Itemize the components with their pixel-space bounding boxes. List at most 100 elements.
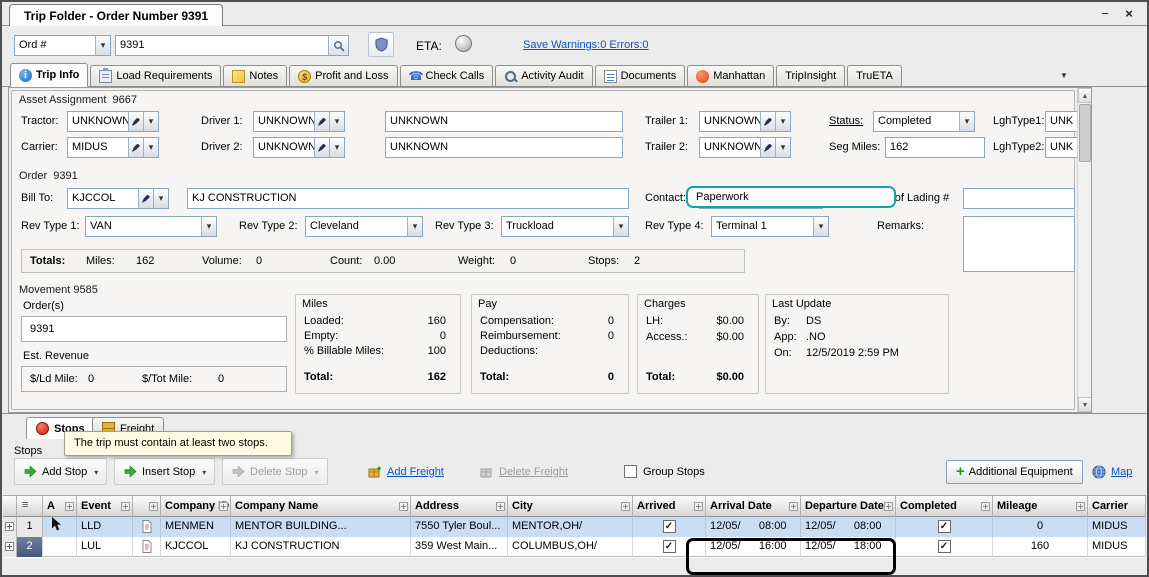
- status-label[interactable]: Status:: [829, 115, 863, 127]
- pin-icon[interactable]: [219, 502, 228, 511]
- chevron-down-icon[interactable]: [775, 138, 790, 157]
- company-id-cell[interactable]: KJCCOL: [161, 537, 231, 557]
- chevron-down-icon[interactable]: [201, 217, 216, 236]
- completed-cell[interactable]: ✓: [896, 537, 993, 557]
- lookup-icon[interactable]: [760, 112, 775, 131]
- lookup-icon[interactable]: [128, 112, 143, 131]
- vertical-scrollbar[interactable]: ▲ ▼: [1077, 88, 1092, 412]
- trailer1-combo[interactable]: UNKNOWN: [699, 111, 791, 132]
- pin-icon[interactable]: [884, 502, 893, 511]
- pin-icon[interactable]: [981, 502, 990, 511]
- company-name-cell[interactable]: KJ CONSTRUCTION: [231, 537, 411, 557]
- active-row-cell[interactable]: [43, 537, 77, 557]
- group-stops-checkbox[interactable]: [624, 465, 637, 478]
- lookup-icon[interactable]: [138, 189, 153, 208]
- row-number-cell[interactable]: 1: [17, 517, 43, 537]
- status-combo[interactable]: Completed: [873, 111, 975, 132]
- tractor-combo[interactable]: UNKNOWN: [67, 111, 159, 132]
- driver2-name-field[interactable]: UNKNOWN: [385, 137, 623, 158]
- completed-checkbox[interactable]: ✓: [938, 540, 951, 553]
- pin-icon[interactable]: [121, 502, 130, 511]
- header-row-indicator[interactable]: ≡: [17, 496, 43, 517]
- scroll-down-icon[interactable]: ▼: [1078, 397, 1092, 412]
- order-type-dropdown[interactable]: Ord #: [14, 35, 111, 56]
- chevron-down-icon[interactable]: [959, 112, 974, 131]
- expand-icon[interactable]: [5, 542, 14, 551]
- chevron-down-icon[interactable]: [143, 112, 158, 131]
- header-completed[interactable]: Completed: [896, 496, 993, 517]
- remarks-textarea[interactable]: [963, 216, 1075, 272]
- close-button[interactable]: ×: [1119, 6, 1139, 23]
- header-arrived[interactable]: Arrived: [633, 496, 706, 517]
- address-cell[interactable]: 359 West Main...: [411, 537, 508, 557]
- arrived-checkbox[interactable]: ✓: [663, 540, 676, 553]
- seg-miles-field[interactable]: 162: [885, 137, 985, 158]
- additional-equipment-button[interactable]: Additional Equipment: [946, 460, 1083, 484]
- header-mileage[interactable]: Mileage: [993, 496, 1088, 517]
- departure-date-cell[interactable]: 12/05/ 08:00: [801, 517, 896, 537]
- header-city[interactable]: City: [508, 496, 633, 517]
- tab-trip-info[interactable]: Trip Info: [10, 63, 88, 87]
- chevron-down-icon[interactable]: [329, 112, 344, 131]
- insert-stop-button[interactable]: Insert Stop: [114, 458, 215, 485]
- rev-type1-combo[interactable]: VAN: [85, 216, 217, 237]
- city-cell[interactable]: COLUMBUS,OH/: [508, 537, 633, 557]
- tab-activity-audit[interactable]: Activity Audit: [495, 65, 592, 86]
- save-warnings-link[interactable]: Save Warnings:0 Errors:0: [523, 39, 649, 51]
- minimize-button[interactable]: −: [1095, 6, 1115, 23]
- row-number-cell[interactable]: 2: [17, 537, 43, 557]
- trailer2-combo[interactable]: UNKNOWN: [699, 137, 791, 158]
- lookup-icon[interactable]: [128, 138, 143, 157]
- active-row-cell[interactable]: [43, 517, 77, 537]
- tab-notes[interactable]: Notes: [223, 65, 287, 86]
- driver1-name-field[interactable]: UNKNOWN: [385, 111, 623, 132]
- chevron-down-icon[interactable]: [613, 217, 628, 236]
- rev-type2-combo[interactable]: Cleveland: [305, 216, 423, 237]
- mileage-cell[interactable]: 160: [993, 537, 1088, 557]
- add-stop-button[interactable]: Add Stop: [14, 458, 107, 485]
- driver2-combo[interactable]: UNKNOWN: [253, 137, 345, 158]
- column-menu-icon[interactable]: ≡: [22, 499, 28, 511]
- bill-of-lading-field[interactable]: [963, 188, 1075, 209]
- expand-icon[interactable]: [5, 522, 14, 531]
- arrived-cell[interactable]: ✓: [633, 517, 706, 537]
- completed-checkbox[interactable]: ✓: [938, 520, 951, 533]
- shield-icon[interactable]: [368, 32, 394, 57]
- pin-icon[interactable]: [496, 502, 505, 511]
- expand-cell[interactable]: [3, 537, 17, 557]
- search-icon[interactable]: [328, 36, 348, 55]
- header-stop-type[interactable]: [133, 496, 161, 517]
- pin-icon[interactable]: [149, 502, 158, 511]
- scrollbar-thumb[interactable]: [1079, 104, 1091, 162]
- pin-icon[interactable]: [65, 502, 74, 511]
- lookup-icon[interactable]: [760, 138, 775, 157]
- map-button[interactable]: Map: [1092, 458, 1132, 485]
- bill-to-name-field[interactable]: KJ CONSTRUCTION: [187, 188, 629, 209]
- chevron-down-icon[interactable]: [775, 112, 790, 131]
- tab-overflow-icon[interactable]: ▼: [1060, 71, 1068, 80]
- header-departure-date[interactable]: Departure Date: [801, 496, 896, 517]
- pin-icon[interactable]: [399, 502, 408, 511]
- address-cell[interactable]: 7550 Tyler Boul...: [411, 517, 508, 537]
- company-id-cell[interactable]: MENMEN: [161, 517, 231, 537]
- header-arrival-date[interactable]: Arrival Date: [706, 496, 801, 517]
- tab-manhattan[interactable]: Manhattan: [687, 65, 774, 86]
- stop-type-cell[interactable]: [133, 537, 161, 557]
- city-cell[interactable]: MENTOR,OH/: [508, 517, 633, 537]
- tab-profit-and-loss[interactable]: Profit and Loss: [289, 65, 397, 86]
- tab-trueta[interactable]: TruETA: [847, 65, 902, 86]
- tab-check-calls[interactable]: Check Calls: [400, 65, 494, 86]
- header-event[interactable]: Event: [77, 496, 133, 517]
- stop-row-2[interactable]: 2 LUL KJCCOL KJ CONSTRUCTION 359 West Ma…: [3, 537, 1146, 557]
- order-number-input[interactable]: 9391: [115, 35, 349, 56]
- lookup-icon[interactable]: [314, 112, 329, 131]
- completed-cell[interactable]: ✓: [896, 517, 993, 537]
- header-address[interactable]: Address: [411, 496, 508, 517]
- stop-type-cell[interactable]: [133, 517, 161, 537]
- chevron-down-icon[interactable]: [407, 217, 422, 236]
- mileage-cell[interactable]: 0: [993, 517, 1088, 537]
- driver1-combo[interactable]: UNKNOWN: [253, 111, 345, 132]
- carrier-cell[interactable]: MIDUS: [1088, 517, 1146, 537]
- chevron-down-icon[interactable]: [153, 189, 168, 208]
- chevron-down-icon[interactable]: [95, 36, 110, 55]
